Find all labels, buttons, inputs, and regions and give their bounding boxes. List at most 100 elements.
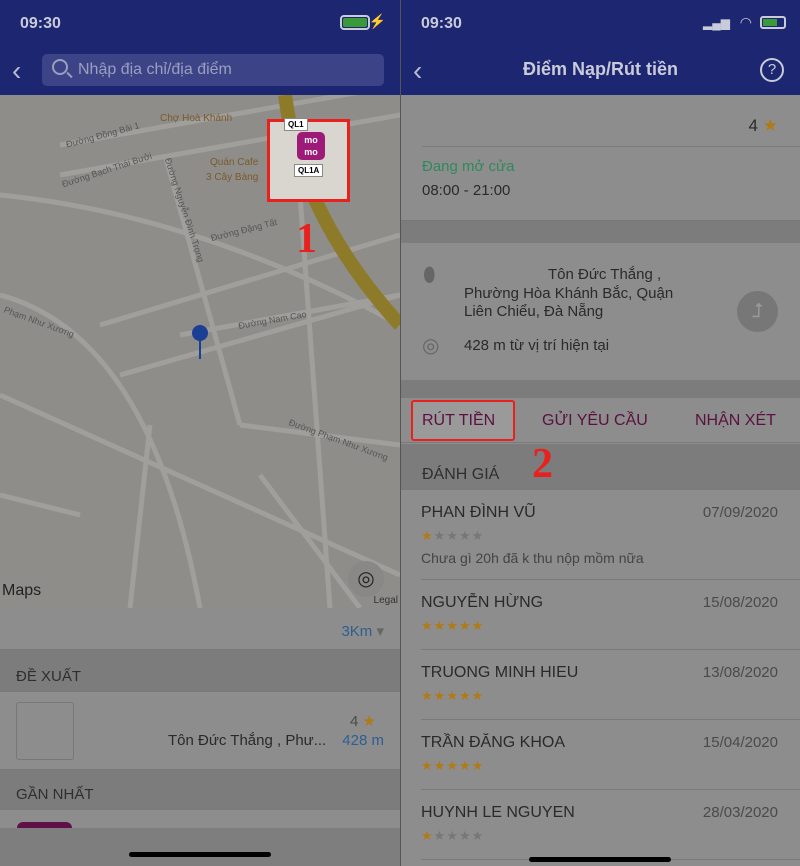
star-icon: ★ bbox=[471, 618, 485, 633]
battery-icon bbox=[340, 15, 370, 30]
thumbnail bbox=[16, 702, 74, 760]
momo-marker-icon[interactable]: mo mo bbox=[297, 132, 325, 160]
star-rating: ★★★★★ bbox=[421, 688, 484, 704]
wifi-icon: ◠ bbox=[739, 14, 752, 30]
pin-stem bbox=[199, 339, 201, 359]
distance: 428 m bbox=[342, 732, 384, 749]
search-input[interactable]: Nhập địa chỉ/địa điểm bbox=[42, 54, 384, 86]
address-line: Liên Chiểu, Đà Nẵng bbox=[464, 303, 604, 320]
rating-value: 4 bbox=[350, 713, 359, 730]
star-icon: ★ bbox=[446, 688, 459, 703]
charging-icon: ⚡ bbox=[368, 13, 386, 29]
address: Tôn Đức Thắng , Phư... bbox=[168, 732, 327, 749]
current-location-icon: ◎ bbox=[422, 335, 440, 357]
map-label: 3 Cây Bàng bbox=[206, 172, 259, 183]
section-title: GẦN NHẤT bbox=[16, 786, 94, 803]
spacer-band bbox=[401, 380, 800, 398]
directions-button[interactable]: ⮥ bbox=[737, 291, 778, 332]
star-rating: ★★★★★ bbox=[421, 828, 484, 844]
star-icon: ★ bbox=[433, 528, 447, 543]
section-title: ĐỀ XUẤT bbox=[16, 668, 82, 685]
maps-attribution: Maps bbox=[2, 582, 42, 599]
status-bar: 09:30 ⚡ bbox=[0, 0, 400, 45]
annotation-number: 1 bbox=[296, 216, 317, 262]
detail-screen: 09:30 ▂▄▆ ◠ ‹ Điểm Nạp/Rút tiền ? 4 ★ Đa… bbox=[401, 0, 800, 866]
reviewer-name: TRẦN ĐĂNG KHOA bbox=[421, 734, 566, 751]
star-rating: ★★★★★ bbox=[421, 758, 484, 774]
star-icon: ★ bbox=[458, 828, 472, 843]
star-icon: ★ bbox=[458, 618, 472, 633]
road-badge: QL1A bbox=[294, 164, 324, 177]
status-time: 09:30 bbox=[20, 15, 61, 32]
star-icon: ★ bbox=[446, 528, 459, 543]
review-date: 28/03/2020 bbox=[702, 804, 778, 821]
tab-label: RÚT TIỀN bbox=[422, 412, 496, 429]
address-line: Phường Hòa Khánh Bắc, Quận bbox=[464, 285, 674, 302]
star-icon: ★ bbox=[471, 758, 485, 773]
review-date: 15/04/2020 bbox=[702, 734, 778, 751]
help-button[interactable]: ? bbox=[760, 58, 784, 82]
legal-link[interactable]: Legal bbox=[374, 595, 398, 606]
star-icon: ★ bbox=[421, 828, 434, 843]
reviewer-name: HUYNH LE NGUYEN bbox=[421, 804, 575, 821]
tab-withdraw[interactable]: RÚT TIỀN bbox=[411, 400, 515, 441]
star-icon: ★ bbox=[421, 688, 434, 703]
opening-hours: 08:00 - 21:00 bbox=[422, 182, 511, 199]
status-bar: 09:30 ▂▄▆ ◠ bbox=[401, 0, 800, 45]
search-placeholder: Nhập địa chỉ/địa điểm bbox=[78, 61, 232, 78]
map-screen: 09:30 ⚡ ‹ Nhập địa chỉ/địa điểm Chợ Hoà … bbox=[0, 0, 400, 866]
star-icon: ★ bbox=[471, 688, 485, 703]
home-indicator bbox=[129, 852, 271, 857]
star-icon: ★ bbox=[446, 828, 459, 843]
section-header-suggest: ĐỀ XUẤT bbox=[0, 650, 400, 692]
search-icon bbox=[52, 59, 68, 75]
signal-icon: ▂▄▆ bbox=[703, 16, 730, 30]
review-item: TRUONG MINH HIEU 13/08/2020 ★★★★★ bbox=[421, 650, 800, 720]
tab-reviews[interactable]: NHẬN XÉT bbox=[695, 412, 776, 430]
review-date: 13/08/2020 bbox=[702, 664, 778, 681]
star-rating: ★★★★★ bbox=[421, 618, 484, 634]
home-indicator bbox=[529, 857, 671, 862]
rating: 4 ★ bbox=[749, 116, 778, 136]
highlight-box: QL1 QL1A mo mo bbox=[267, 118, 350, 202]
rating-value: 4 bbox=[748, 116, 759, 135]
star-icon: ★ bbox=[458, 688, 472, 703]
rating: 4 ★ bbox=[350, 712, 376, 730]
star-icon: ★ bbox=[421, 758, 434, 773]
section-title: ĐÁNH GIÁ bbox=[422, 466, 500, 483]
distance: 428 m từ vị trí hiện tại bbox=[464, 337, 610, 354]
review-item: NGUYỄN HỪNG 15/08/2020 ★★★★★ bbox=[421, 580, 800, 650]
nav-bar: ‹ Nhập địa chỉ/địa điểm bbox=[0, 45, 400, 95]
back-button[interactable]: ‹ bbox=[12, 55, 21, 87]
map-label: Quán Cafe bbox=[210, 157, 259, 168]
star-icon: ★ bbox=[458, 758, 472, 773]
review-item: TRẦN ĐĂNG KHOA 15/04/2020 ★★★★★ bbox=[421, 720, 800, 790]
star-icon: ★ bbox=[446, 758, 459, 773]
radius-dropdown[interactable]: 3Km ▾ bbox=[341, 622, 384, 640]
chevron-down-icon: ▾ bbox=[376, 623, 384, 640]
star-icon: ★ bbox=[421, 528, 434, 543]
suggest-item[interactable]: 4 ★ Tôn Đức Thắng , Phư... 428 m bbox=[0, 692, 400, 770]
reviewer-name: NGUYỄN HỪNG bbox=[421, 594, 544, 611]
review-comment: Chưa gì 20h đã k thu nộp mồm nữa bbox=[421, 550, 644, 566]
radius-value: 3Km bbox=[341, 623, 373, 640]
star-icon: ★ bbox=[433, 688, 447, 703]
battery-icon bbox=[760, 16, 786, 29]
review-item: PHAN ĐÌNH VŨ 07/09/2020 ★★★★★ Chưa gì 20h đ… bbox=[421, 490, 800, 580]
page-title: Điểm Nạp/Rút tiền bbox=[522, 59, 678, 79]
review-date: 15/08/2020 bbox=[702, 594, 778, 611]
star-icon: ★ bbox=[362, 713, 376, 730]
review-item: HUYNH LE NGUYEN 28/03/2020 ★★★★★ bbox=[421, 790, 800, 860]
tab-bar: RÚT TIỀN GỬI YÊU CẦU NHẬN XÉT bbox=[401, 398, 800, 443]
recenter-button[interactable]: ◎ bbox=[348, 561, 384, 597]
star-icon: ★ bbox=[471, 528, 485, 543]
separator bbox=[422, 146, 800, 147]
tab-send-request[interactable]: GỬI YÊU CẦU bbox=[542, 412, 648, 430]
star-icon: ★ bbox=[433, 618, 447, 633]
address-line: Tôn Đức Thắng , bbox=[548, 266, 662, 283]
radius-row: 3Km ▾ bbox=[0, 608, 400, 650]
bottom-bar bbox=[0, 828, 400, 866]
map-view[interactable]: Chợ Hoà Khánh Quán Cafe 3 Cây Bàng Đường… bbox=[0, 95, 400, 608]
review-date: 07/09/2020 bbox=[702, 504, 778, 521]
section-header-reviews: ĐÁNH GIÁ bbox=[401, 444, 800, 490]
